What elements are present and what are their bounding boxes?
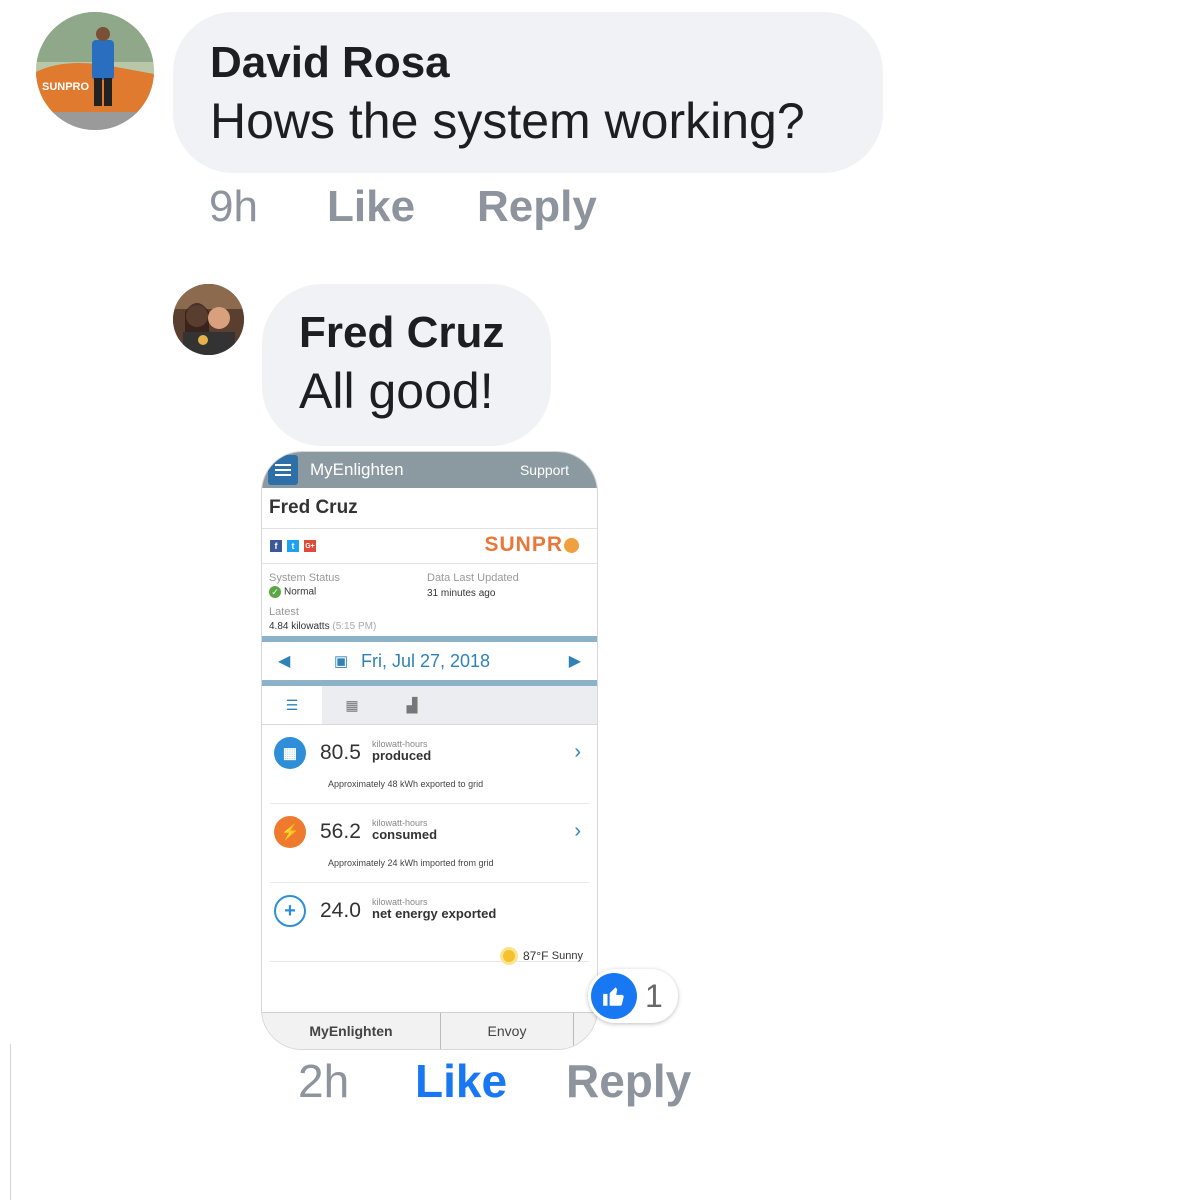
profile-photo-icon [173, 284, 244, 355]
next-day-icon: ▶ [568, 653, 581, 670]
calendar-icon: ▣ [334, 653, 349, 670]
google-plus-icon: G+ [304, 540, 316, 552]
reply-button[interactable]: Reply [566, 1054, 691, 1108]
reaction-count: 1 [645, 977, 663, 1014]
comment-author[interactable]: David Rosa [210, 38, 883, 88]
comment-bubble: David Rosa Hows the system working? [173, 12, 883, 173]
energy-desc: net energy exported [372, 906, 497, 921]
support-link: Support [519, 462, 569, 478]
current-date: Fri, Jul 27, 2018 [361, 650, 491, 671]
comment-text: All good! [299, 363, 494, 419]
comment-timestamp[interactable]: 2h [298, 1054, 415, 1108]
comment-text: Hows the system working? [210, 93, 805, 149]
data-updated-label: Data Last Updated [427, 572, 519, 584]
latest-label: Latest [269, 606, 299, 618]
plus-icon: + [274, 895, 306, 927]
svg-text:SUNPRO: SUNPRO [42, 81, 90, 93]
latest-value: 4.84 kilowatts (5:15 PM) [269, 621, 377, 632]
bottom-tabs: MyEnlighten Envoy [262, 1012, 597, 1049]
energy-value: 80.5 [320, 741, 361, 764]
weather-condition: Sunny [551, 950, 583, 962]
tab-myenlighten: MyEnlighten [262, 1013, 441, 1049]
twitter-icon: t [287, 540, 299, 552]
owner-name: Fred Cruz [262, 488, 597, 529]
view-tabs: ☰ ▦ ▟ [262, 686, 597, 725]
hamburger-menu-icon [268, 455, 298, 485]
date-navigator: ◀ ▣ Fri, Jul 27, 2018 ▶ [262, 636, 597, 686]
comment-timestamp[interactable]: 9h [209, 182, 327, 232]
energy-note: Approximately 24 kWh imported from grid [328, 858, 494, 868]
energy-desc: consumed [372, 827, 438, 842]
energy-desc: produced [372, 748, 432, 763]
sun-icon [564, 537, 579, 553]
app-header: MyEnlighten Support [262, 452, 597, 488]
list-view-icon: ☰ [262, 686, 322, 724]
avatar[interactable]: SUNPRO [36, 12, 154, 130]
energy-note: Approximately 48 kWh exported to grid [328, 779, 484, 789]
system-status-panel: System Status ✓ Normal Data Last Updated … [262, 564, 597, 636]
reaction-summary[interactable]: 1 [588, 969, 678, 1023]
data-updated-value: 31 minutes ago [427, 588, 496, 599]
tab-envoy: Envoy [441, 1013, 574, 1049]
prev-day-icon: ◀ [278, 653, 291, 670]
chevron-right-icon: › [574, 820, 581, 842]
check-icon: ✓ [269, 586, 281, 598]
comment-actions: 9h Like Reply [209, 182, 597, 232]
system-status-value: ✓ Normal [269, 586, 316, 598]
comment-actions: 2h Like Reply [298, 1054, 691, 1108]
like-button[interactable]: Like [415, 1054, 566, 1108]
thumbs-up-icon [591, 973, 637, 1019]
energy-value: 24.0 [320, 899, 361, 922]
chevron-right-icon: › [574, 741, 581, 763]
comment-attachment-image[interactable]: MyEnlighten Support Fred Cruz f t G+ SUN… [262, 452, 597, 1049]
energy-row: ⚡ 56.2 kilowatt-hours consumed Approxima… [270, 804, 589, 883]
solar-panel-icon: ▦ [274, 737, 306, 769]
plug-icon: ⚡ [274, 816, 306, 848]
chart-view-icon: ▟ [406, 696, 418, 713]
sunpro-logo: SUNPR [484, 533, 579, 557]
panels-view-icon: ▦ [345, 696, 359, 713]
like-button[interactable]: Like [327, 182, 477, 232]
weather: 87°F Sunny [502, 949, 583, 963]
reply-button[interactable]: Reply [477, 182, 597, 232]
app-title: MyEnlighten [310, 460, 404, 479]
divider [0, 1044, 11, 1200]
comment-bubble: Fred Cruz All good! [262, 284, 551, 446]
comment-author[interactable]: Fred Cruz [299, 308, 551, 358]
energy-row: ▦ 80.5 kilowatt-hours produced Approxima… [270, 725, 589, 804]
facebook-icon: f [270, 540, 282, 552]
avatar[interactable] [173, 284, 244, 355]
profile-photo-icon: SUNPRO [36, 12, 154, 130]
brand-name: SUNPR [484, 533, 563, 556]
weather-temp: 87°F [522, 949, 549, 963]
system-status-label: System Status [269, 572, 340, 584]
sun-icon [502, 950, 515, 962]
social-bar: f t G+ SUNPR [262, 529, 597, 564]
energy-value: 56.2 [320, 820, 361, 843]
